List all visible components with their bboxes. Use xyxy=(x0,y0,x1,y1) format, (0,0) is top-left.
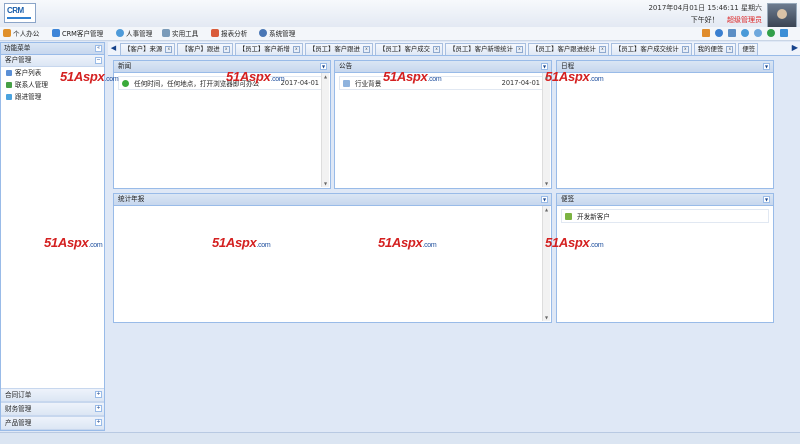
tab-employee-followup-stats[interactable]: 【员工】客户跟进统计 x xyxy=(527,43,609,55)
sidebar-group-products[interactable]: 产品管理 + xyxy=(1,416,104,430)
sidebar-group-finance[interactable]: 财务管理 + xyxy=(1,402,104,416)
close-icon[interactable]: x xyxy=(515,46,523,53)
user-role[interactable]: 超级管理员 xyxy=(727,16,762,24)
home-icon xyxy=(3,29,11,37)
chart-icon xyxy=(211,29,219,37)
close-icon[interactable]: x xyxy=(681,46,689,53)
sidebar-group-customer[interactable]: 客户管理 − xyxy=(1,55,104,67)
note-icon xyxy=(565,212,572,220)
crm-icon xyxy=(52,29,60,37)
chevron-down-icon[interactable]: ▼ xyxy=(320,63,327,70)
chat-icon[interactable] xyxy=(767,29,775,37)
tab-customer-followup[interactable]: 【客户】跟进 x xyxy=(177,43,233,55)
lock-icon[interactable] xyxy=(728,29,736,37)
greeting-text: 下午好！ xyxy=(690,16,719,24)
tab-employee-new-stats[interactable]: 【员工】客户新增统计 x xyxy=(445,43,526,55)
collapse-icon[interactable]: − xyxy=(95,57,102,64)
close-icon[interactable]: x xyxy=(433,46,441,53)
tab-strip: 【客户】来源 x 【客户】跟进 x 【员工】客户新增 x 【员工】客户跟进 x 【员工】… xyxy=(120,43,788,55)
sidebar-group-contracts[interactable]: 合同订单 + xyxy=(1,388,104,402)
stats-panel: 统计年报 ▼ ▲ ▼ xyxy=(113,193,552,323)
scrollbar[interactable]: ▲ ▼ xyxy=(542,206,550,321)
contact-icon xyxy=(6,82,12,88)
notice-icon xyxy=(343,79,350,87)
watermark: 51Aspx.com xyxy=(226,69,285,84)
close-icon[interactable]: x xyxy=(598,46,606,53)
menu-tools[interactable]: 实用工具 xyxy=(162,28,198,38)
chevron-down-icon[interactable]: ▼ xyxy=(541,196,548,203)
tools-icon xyxy=(162,29,170,37)
list-item[interactable]: 行业背景 2017-04-01 xyxy=(339,76,547,90)
watermark: 51Aspx.com xyxy=(212,235,271,250)
list-item[interactable]: 任何时间，任何地点，打开浏览器即可办公 2017-04-01 xyxy=(118,76,326,90)
close-icon[interactable]: x xyxy=(362,46,370,53)
expand-icon[interactable]: + xyxy=(95,405,102,412)
tab-customer-source[interactable]: 【客户】来源 x xyxy=(120,43,176,55)
expand-icon[interactable]: + xyxy=(95,419,102,426)
chevron-down-icon[interactable]: ▼ xyxy=(763,196,770,203)
watermark: 51Aspx.com xyxy=(378,235,437,250)
notes-panel: 便签 ▼ 开发新客户 xyxy=(556,193,774,323)
check-icon xyxy=(122,79,129,87)
home-shortcut-icon[interactable] xyxy=(702,29,710,37)
close-icon[interactable]: x xyxy=(222,46,230,53)
notes-panel-header: 便签 ▼ xyxy=(557,194,773,206)
watermark: 51Aspx.com xyxy=(44,235,103,250)
exit-icon[interactable] xyxy=(780,29,788,37)
watermark: 51Aspx.com xyxy=(60,69,119,84)
chevron-down-icon[interactable]: ▼ xyxy=(763,63,770,70)
tab-notes[interactable]: 便签 xyxy=(738,43,759,55)
menu-crm[interactable]: CRM客户管理 xyxy=(52,28,103,38)
news-panel-header: 新闻 ▼ xyxy=(114,61,330,73)
tab-employee-followup[interactable]: 【员工】客户跟进 x xyxy=(304,43,373,55)
news-panel: 新闻 ▼ 任何时间，任何地点，打开浏览器即可办公 2017-04-01 ▲ ▼ xyxy=(113,60,331,189)
notice-panel-header: 公告 ▼ xyxy=(335,61,551,73)
datetime: 2017年04月01日 15:46:11 星期六 xyxy=(648,4,762,12)
logo-text: CRM xyxy=(7,6,24,15)
tab-scroll-left-icon[interactable]: ◀ xyxy=(109,43,118,54)
tab-bar: ◀ 【客户】来源 x 【客户】跟进 x 【员工】客户新增 x 【员工】客户跟进 x 【员… xyxy=(108,42,800,56)
status-bar xyxy=(0,432,800,444)
people-icon xyxy=(116,29,124,37)
tab-employee-deals[interactable]: 【员工】客户成交 x xyxy=(374,43,444,55)
tab-my-notes[interactable]: 我的便签 x xyxy=(693,43,737,55)
close-icon[interactable]: x xyxy=(726,46,734,53)
collapse-sidebar-button[interactable]: « xyxy=(95,45,102,52)
followup-icon xyxy=(6,94,12,100)
system-icon xyxy=(259,29,267,37)
notice-panel: 公告 ▼ 行业背景 2017-04-01 ▲ ▼ xyxy=(334,60,552,189)
help-icon[interactable] xyxy=(741,29,749,37)
toolbar-icons xyxy=(702,29,788,37)
menu-hr[interactable]: 人事管理 xyxy=(116,28,152,38)
greeting: 下午好！ 超级管理员 xyxy=(691,15,762,25)
top-bar: CRM 2017年04月01日 15:46:11 星期六 下午好！ 超级管理员 xyxy=(0,0,800,33)
menu-personal-office[interactable]: 个人办公 xyxy=(3,28,39,38)
crm-logo[interactable]: CRM xyxy=(4,3,36,23)
sidebar-title: 功能菜单 « xyxy=(1,43,104,55)
scrollbar[interactable]: ▲ ▼ xyxy=(542,73,550,187)
close-icon[interactable]: x xyxy=(292,46,300,53)
close-icon[interactable]: x xyxy=(165,46,173,53)
main-menu-bar: 个人办公 CRM客户管理 人事管理 实用工具 报表分析 系统管理 xyxy=(0,27,800,41)
watermark: 51Aspx.com xyxy=(545,69,604,84)
sidebar-item-followup[interactable]: 跟进管理 xyxy=(1,91,104,103)
expand-icon[interactable]: + xyxy=(95,391,102,398)
watermark: 51Aspx.com xyxy=(545,235,604,250)
customer-list-icon xyxy=(6,70,12,76)
watermark: 51Aspx.com xyxy=(383,69,442,84)
tab-employee-new-customers[interactable]: 【员工】客户新增 x xyxy=(234,43,303,55)
tab-employee-deal-stats[interactable]: 【员工】客户成交统计 x xyxy=(610,43,692,55)
list-item[interactable]: 开发新客户 xyxy=(561,209,769,223)
menu-reports[interactable]: 报表分析 xyxy=(211,28,247,38)
scrollbar[interactable]: ▲ ▼ xyxy=(321,73,329,187)
scroll-right-icon[interactable]: ▶ xyxy=(792,43,798,52)
refresh-icon[interactable] xyxy=(754,29,762,37)
menu-system[interactable]: 系统管理 xyxy=(259,28,295,38)
user-icon[interactable] xyxy=(715,29,723,37)
stats-panel-header: 统计年报 ▼ xyxy=(114,194,551,206)
